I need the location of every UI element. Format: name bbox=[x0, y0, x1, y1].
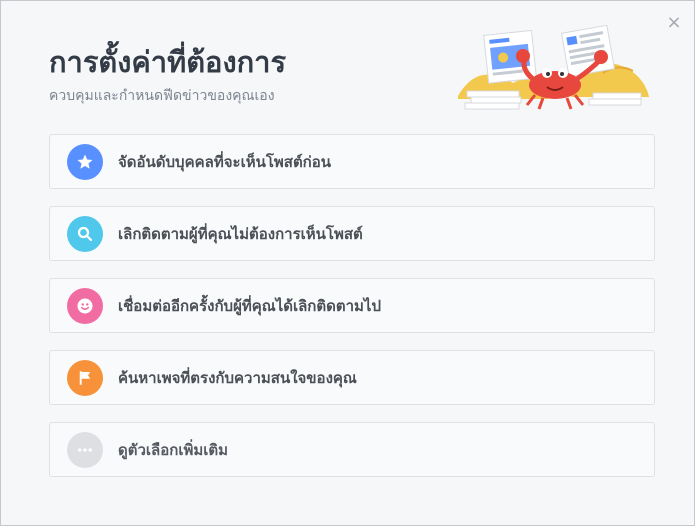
reconnect-option[interactable]: เชื่อมต่ออีกครั้งกับผู้ที่คุณได้เลิกติดต… bbox=[49, 278, 655, 333]
dialog-title: การตั้งค่าที่ต้องการ bbox=[49, 45, 287, 79]
option-label: จัดอันดับบุคคลที่จะเห็นโพสต์ก่อน bbox=[118, 152, 332, 171]
news-feed-preferences-dialog: × การตั้งค่าที่ต้องการ ควบคุมและกำหนดฟีด… bbox=[0, 0, 695, 526]
preferences-list: จัดอันดับบุคคลที่จะเห็นโพสต์ก่อน เลิกติด… bbox=[49, 134, 655, 494]
discover-pages-option[interactable]: ค้นหาเพจที่ตรงกับความสนใจของคุณ bbox=[49, 350, 655, 405]
option-label: ค้นหาเพจที่ตรงกับความสนใจของคุณ bbox=[118, 368, 357, 387]
star-icon bbox=[67, 143, 103, 180]
option-label: เชื่อมต่ออีกครั้งกับผู้ที่คุณได้เลิกติดต… bbox=[118, 296, 381, 315]
see-more-options[interactable]: ดูตัวเลือกเพิ่มเติม bbox=[49, 422, 655, 477]
search-icon bbox=[67, 215, 103, 252]
smiley-icon bbox=[67, 287, 103, 324]
unfollow-people-option[interactable]: เลิกติดตามผู้ที่คุณไม่ต้องการเห็นโพสต์ bbox=[49, 206, 655, 261]
flag-icon bbox=[67, 359, 103, 396]
option-label: เลิกติดตามผู้ที่คุณไม่ต้องการเห็นโพสต์ bbox=[118, 224, 363, 243]
dialog-subtitle: ควบคุมและกำหนดฟีดข่าวของคุณเอง bbox=[49, 88, 275, 104]
more-icon bbox=[67, 431, 103, 468]
option-label: ดูตัวเลือกเพิ่มเติม bbox=[118, 440, 228, 459]
prioritize-who-to-see-first-option[interactable]: จัดอันดับบุคคลที่จะเห็นโพสต์ก่อน bbox=[49, 134, 655, 189]
close-icon[interactable]: × bbox=[666, 14, 682, 32]
crab-illustration bbox=[458, 24, 649, 110]
